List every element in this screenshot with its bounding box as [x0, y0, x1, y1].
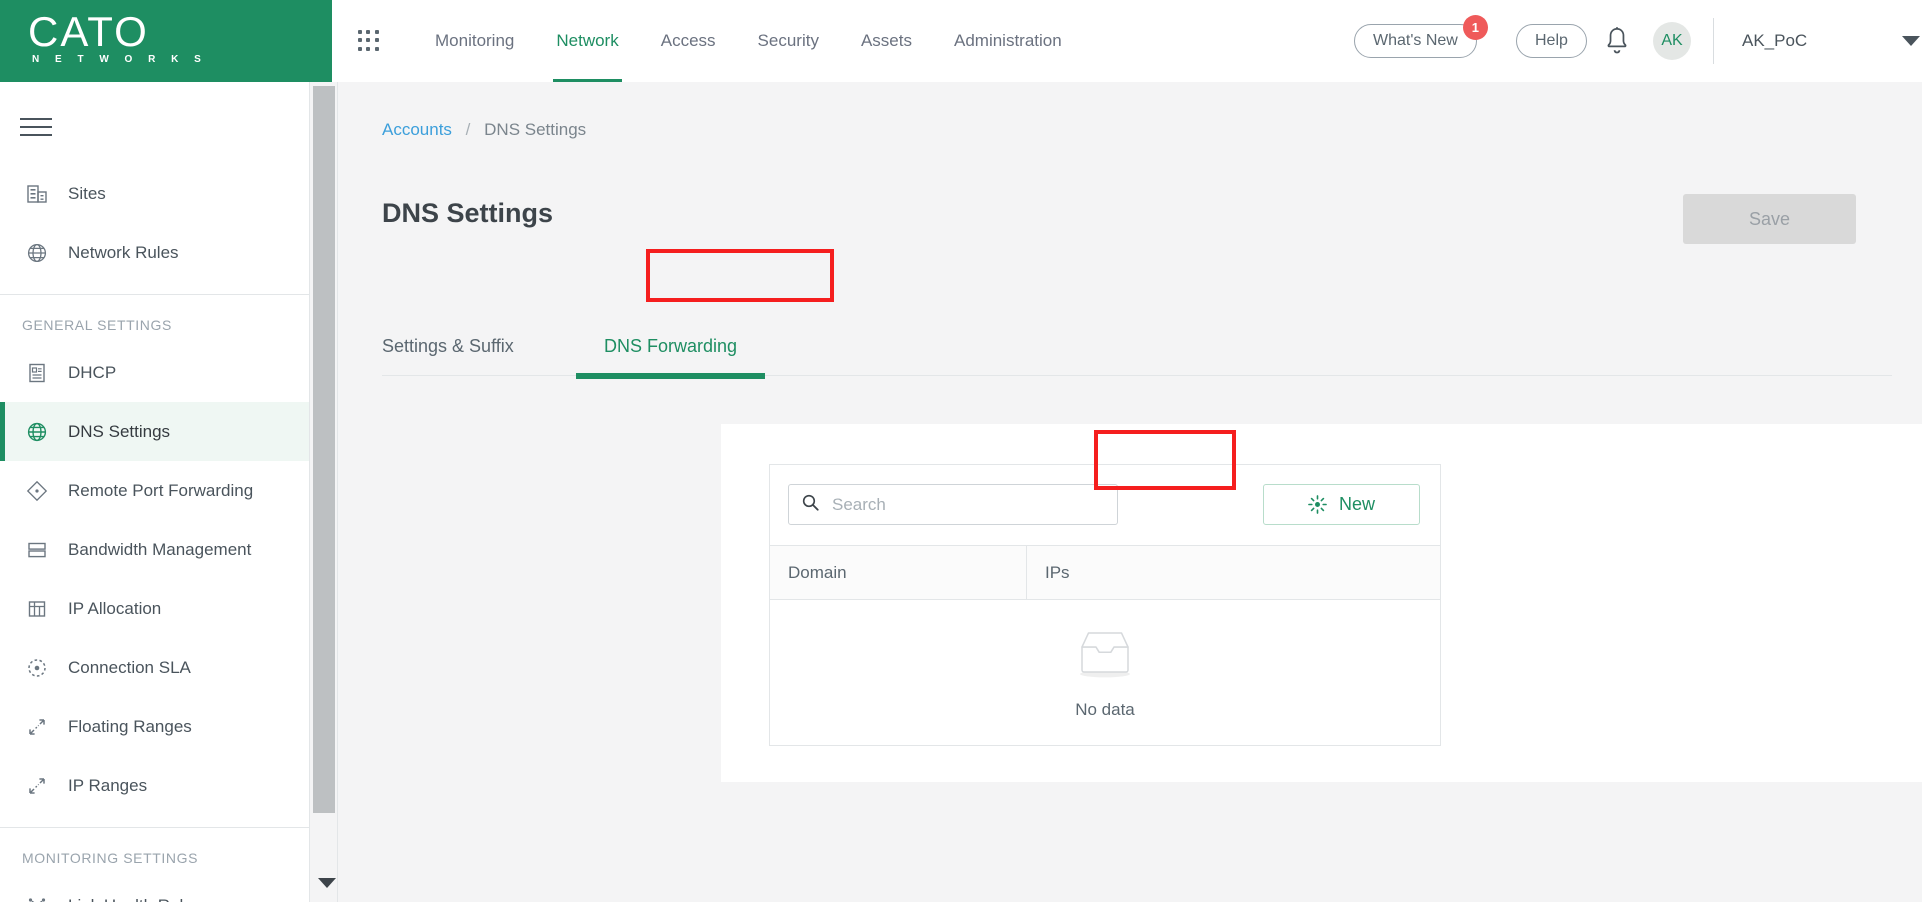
chevron-down-icon[interactable]	[1902, 36, 1920, 46]
nav-label: Access	[660, 31, 716, 50]
sidebar-item-dns-settings[interactable]: DNS Settings	[0, 402, 309, 461]
app-root: CATO N E T W O R K S Monitoring Network …	[0, 0, 1922, 902]
building-icon	[22, 181, 52, 207]
sidebar-scrollbar-thumb[interactable]	[313, 86, 335, 813]
avatar[interactable]: AK	[1653, 22, 1691, 60]
help-label: Help	[1535, 32, 1568, 49]
breadcrumb-separator: /	[465, 120, 471, 139]
column-header-ips[interactable]: IPs	[1027, 546, 1440, 599]
hamburger-icon[interactable]	[14, 108, 58, 144]
save-button[interactable]: Save	[1683, 194, 1856, 244]
sidebar-item-label: Connection SLA	[68, 657, 191, 677]
avatar-initials: AK	[1661, 32, 1683, 49]
sidebar: Sites Network Rules GENERAL SETTINGS DHC…	[0, 82, 310, 902]
document-icon	[22, 360, 52, 386]
nav-item-security[interactable]: Security	[737, 0, 840, 82]
sidebar-section-general-settings: GENERAL SETTINGS	[22, 317, 172, 333]
sidebar-item-label: Network Rules	[68, 242, 179, 262]
nav-label: Security	[757, 31, 819, 50]
breadcrumb: Accounts / DNS Settings	[382, 120, 586, 140]
column-header-domain[interactable]: Domain	[770, 546, 1027, 599]
empty-inbox-icon	[1068, 625, 1142, 686]
brand-logo-area[interactable]: CATO N E T W O R K S	[0, 0, 332, 82]
tab-dns-forwarding[interactable]: DNS Forwarding	[575, 318, 766, 379]
sidebar-item-label: IP Allocation	[68, 598, 162, 618]
sidebar-item-label: Remote Port Forwarding	[68, 480, 254, 500]
sidebar-section-monitoring-settings: MONITORING SETTINGS	[22, 850, 199, 866]
breadcrumb-current: DNS Settings	[484, 120, 587, 139]
expand-arrows-icon	[22, 773, 52, 799]
nav-item-assets[interactable]: Assets	[840, 0, 933, 82]
sidebar-item-dhcp[interactable]: DHCP	[0, 343, 309, 402]
sidebar-item-connection-sla[interactable]: Connection SLA	[0, 638, 309, 697]
sidebar-item-link-health-rules[interactable]: Link Health Rules	[0, 876, 309, 902]
nodes-icon	[22, 893, 52, 902]
nav-item-administration[interactable]: Administration	[933, 0, 1083, 82]
target-icon	[22, 655, 52, 681]
sidebar-item-remote-port-forwarding[interactable]: Remote Port Forwarding	[0, 461, 309, 520]
content-card: New Domain IPs No data	[721, 424, 1922, 782]
columns-icon	[22, 596, 52, 622]
main-content: Accounts / DNS Settings DNS Settings Sav…	[338, 82, 1922, 902]
brand-subtitle: N E T W O R K S	[32, 54, 208, 65]
top-header: Monitoring Network Access Security Asset…	[332, 0, 1922, 82]
sidebar-item-label: Bandwidth Management	[68, 539, 252, 559]
sidebar-item-label: DHCP	[68, 362, 117, 382]
sidebar-item-floating-ranges[interactable]: Floating Ranges	[0, 697, 309, 756]
sidebar-item-label: Sites	[68, 183, 106, 203]
nav-label: Assets	[860, 31, 912, 50]
apps-grid-icon[interactable]	[358, 30, 380, 52]
tab-settings-suffix[interactable]: Settings & Suffix	[382, 318, 514, 375]
nav-label: Monitoring	[435, 31, 515, 50]
breadcrumb-accounts-link[interactable]: Accounts	[382, 120, 452, 139]
page-title: DNS Settings	[382, 198, 554, 228]
panel-toolbar: New	[770, 465, 1440, 545]
new-button-label: New	[1338, 494, 1375, 514]
help-button[interactable]: Help	[1516, 24, 1587, 58]
tab-label: DNS Forwarding	[604, 336, 738, 356]
whats-new-label: What's New	[1373, 32, 1458, 49]
brand-name: CATO	[28, 8, 149, 55]
nav-item-network[interactable]: Network	[535, 0, 639, 82]
search-icon	[801, 493, 820, 517]
diamond-icon	[22, 478, 52, 504]
tab-bar: Settings & Suffix DNS Forwarding	[382, 318, 1892, 379]
sidebar-item-ip-ranges[interactable]: IP Ranges	[0, 756, 309, 815]
sidebar-item-bandwidth-management[interactable]: Bandwidth Management	[0, 520, 309, 579]
whats-new-badge: 1	[1462, 15, 1488, 40]
sidebar-menu: Sites Network Rules GENERAL SETTINGS DHC…	[0, 164, 309, 902]
globe-icon	[22, 240, 52, 266]
account-name[interactable]: AK_PoC	[1742, 24, 1807, 58]
dns-forwarding-panel: New Domain IPs No data	[769, 464, 1441, 746]
table-empty-state: No data	[770, 600, 1440, 745]
new-button[interactable]: New	[1263, 484, 1420, 525]
table-header-row: Domain IPs	[770, 545, 1440, 600]
nav-label: Network	[556, 31, 619, 50]
search-box[interactable]	[788, 484, 1118, 525]
expand-arrows-icon	[22, 714, 52, 740]
sidebar-item-network-rules[interactable]: Network Rules	[0, 223, 309, 282]
sidebar-item-label: DNS Settings	[68, 421, 171, 441]
stacked-bars-icon	[22, 537, 52, 563]
sidebar-item-sites[interactable]: Sites	[0, 164, 309, 223]
nav-item-access[interactable]: Access	[640, 0, 737, 82]
search-input[interactable]	[830, 493, 1104, 516]
bell-icon[interactable]	[1603, 26, 1631, 56]
sparkle-icon	[1308, 495, 1327, 514]
whats-new-button[interactable]: What's New 1	[1354, 15, 1488, 58]
globe-icon	[22, 419, 52, 445]
tab-label: Settings & Suffix	[382, 336, 514, 356]
main-nav: Monitoring Network Access Security Asset…	[414, 0, 1083, 82]
sidebar-item-ip-allocation[interactable]: IP Allocation	[0, 579, 309, 638]
nav-item-monitoring[interactable]: Monitoring	[414, 0, 535, 82]
header-divider	[1713, 18, 1714, 64]
sidebar-item-label: Link Health Rules	[68, 896, 201, 902]
nav-label: Administration	[953, 31, 1062, 50]
empty-state-label: No data	[1075, 700, 1135, 719]
sidebar-item-label: Floating Ranges	[68, 716, 192, 736]
sidebar-item-label: IP Ranges	[68, 775, 148, 795]
sidebar-scroll-down-icon[interactable]	[318, 878, 336, 888]
